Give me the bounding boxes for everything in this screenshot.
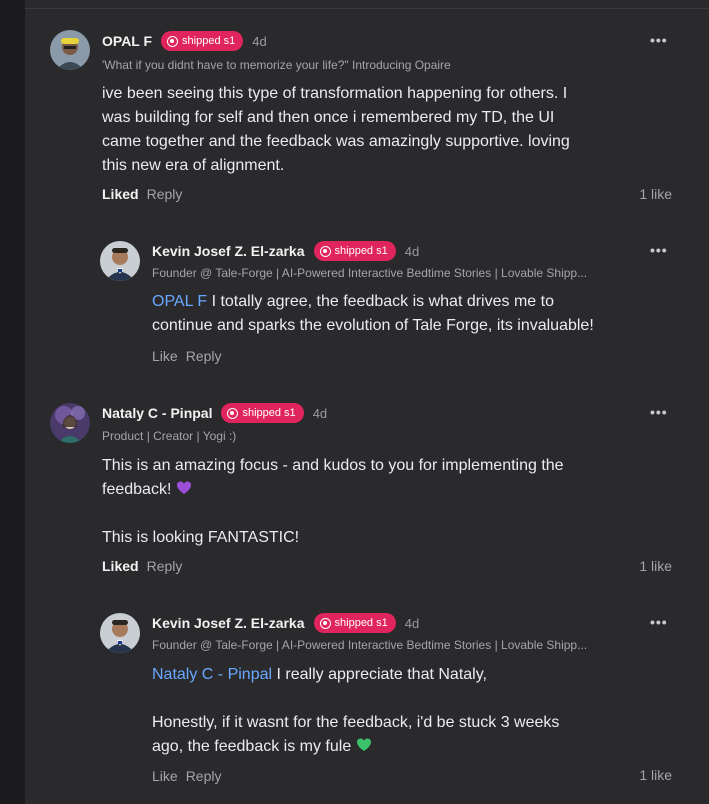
body-line: This is an amazing focus - and kudos to …	[102, 457, 564, 474]
author-tagline: Founder @ Tale-Forge | AI-Powered Intera…	[152, 638, 588, 652]
comment-body: OPAL F I totally agree, the feedback is …	[152, 290, 692, 338]
author-tagline: Product | Creator | Yogi :)	[102, 429, 237, 443]
body-text: ago, the feedback is my fule	[152, 738, 352, 755]
author-name[interactable]: Kevin Josef Z. El-zarka	[152, 243, 305, 259]
shipped-badge-icon	[227, 407, 239, 419]
author-name[interactable]: Nataly C - Pinpal	[102, 405, 212, 421]
avatar-kevin[interactable]	[100, 241, 140, 281]
more-options-icon[interactable]: •••	[650, 404, 668, 420]
reply-button[interactable]: Reply	[147, 558, 183, 574]
green-heart-emoji	[356, 738, 371, 751]
avatar-nataly[interactable]	[50, 403, 90, 443]
like-button[interactable]: Liked	[102, 558, 139, 574]
shipped-badge-icon	[167, 35, 179, 47]
more-options-icon[interactable]: •••	[650, 242, 668, 258]
shipped-badge-icon	[319, 617, 331, 629]
more-options-icon[interactable]: •••	[650, 32, 668, 48]
panel-top-divider	[25, 0, 709, 9]
author-tagline: 'What if you didnt have to memorize your…	[102, 58, 451, 72]
body-line: OPAL F I totally agree, the feedback is …	[152, 290, 692, 314]
avatar-kevin[interactable]	[100, 613, 140, 653]
body-text: feedback!	[102, 481, 172, 498]
body-line: ago, the feedback is my fule	[152, 735, 692, 759]
body-line: ive been seeing this type of transformat…	[102, 85, 568, 102]
body-line: came together and the feedback was amazi…	[102, 133, 570, 150]
shipped-badge-icon	[319, 245, 331, 257]
timestamp[interactable]: 4d	[252, 34, 266, 49]
author-name[interactable]: Kevin Josef Z. El-zarka	[152, 615, 305, 631]
body-line: Nataly C - Pinpal I really appreciate th…	[152, 663, 692, 687]
purple-heart-emoji	[176, 481, 191, 494]
mention-link[interactable]: Nataly C - Pinpal	[152, 666, 272, 683]
like-count[interactable]: 1 like	[612, 558, 672, 574]
like-button[interactable]: Like	[152, 348, 178, 364]
shipped-badge[interactable]: shipped s1	[221, 403, 304, 423]
timestamp[interactable]: 4d	[405, 616, 419, 631]
body-line: this new era of alignment.	[102, 157, 285, 174]
like-button[interactable]: Liked	[102, 186, 139, 202]
mention-link[interactable]: OPAL F	[152, 293, 207, 310]
author-tagline: Founder @ Tale-Forge | AI-Powered Intera…	[152, 266, 588, 280]
more-options-icon[interactable]: •••	[650, 614, 668, 630]
comment-body: Nataly C - Pinpal I really appreciate th…	[152, 663, 692, 759]
like-button[interactable]: Like	[152, 768, 178, 784]
reply-button[interactable]: Reply	[147, 186, 183, 202]
body-text: I really appreciate that Nataly,	[272, 666, 487, 683]
reply-button[interactable]: Reply	[186, 768, 222, 784]
badge-label: shipped s1	[242, 407, 296, 419]
shipped-badge[interactable]: shipped s1	[313, 241, 396, 261]
author-name[interactable]: OPAL F	[102, 33, 152, 49]
comment-body: ive been seeing this type of transformat…	[102, 82, 662, 178]
shipped-badge[interactable]: shipped s1	[313, 613, 396, 633]
body-line: continue and sparks the evolution of Tal…	[152, 317, 594, 334]
timestamp[interactable]: 4d	[313, 406, 327, 421]
shipped-badge[interactable]: shipped s1	[161, 31, 244, 51]
comment-body: This is an amazing focus - and kudos to …	[102, 454, 662, 550]
body-line: Honestly, if it wasnt for the feedback, …	[152, 714, 560, 731]
comments-panel: OPAL F shipped s1 4d ••• 'What if you di…	[25, 0, 709, 804]
avatar-opal[interactable]	[50, 30, 90, 70]
reply-button[interactable]: Reply	[186, 348, 222, 364]
badge-label: shipped s1	[334, 245, 388, 257]
timestamp[interactable]: 4d	[405, 244, 419, 259]
body-line: was building for self and then once i re…	[102, 109, 555, 126]
body-line: feedback!	[102, 478, 662, 502]
badge-label: shipped s1	[182, 35, 236, 47]
like-count[interactable]: 1 like	[612, 767, 672, 783]
body-text: I totally agree, the feedback is what dr…	[207, 293, 554, 310]
like-count[interactable]: 1 like	[612, 186, 672, 202]
badge-label: shipped s1	[334, 617, 388, 629]
body-line: This is looking FANTASTIC!	[102, 529, 300, 546]
